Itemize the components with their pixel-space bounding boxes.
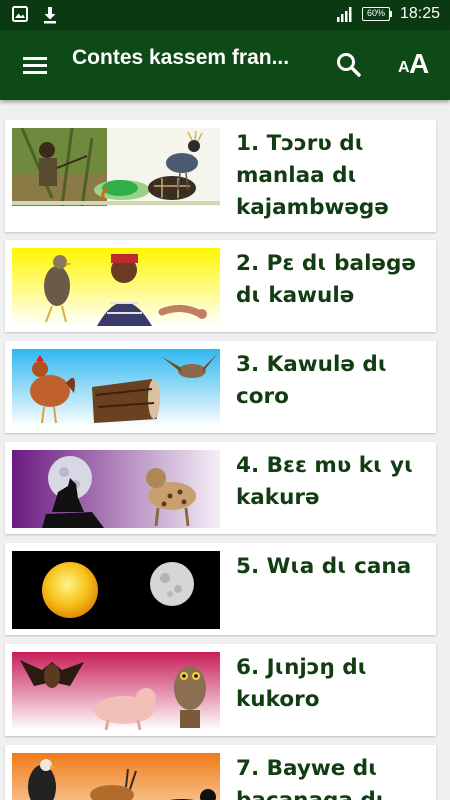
story-thumbnail-7 [12, 753, 220, 800]
hamburger-menu-icon[interactable] [20, 51, 50, 79]
download-icon [42, 6, 58, 24]
font-size-small-glyph: A [398, 59, 410, 76]
app-bar: Contes kassem fran... A A [0, 30, 450, 100]
story-title-3: 3. Kawulə dɩ coro [236, 352, 388, 409]
story-title-5: 5. Wɩa dɩ cana [236, 554, 412, 579]
story-thumbnail-4 [12, 450, 220, 528]
signal-icon [336, 6, 354, 22]
story-item-1[interactable]: 1. Tɔɔrʋ dɩ manlaa dɩ kajambwəgə [5, 120, 436, 232]
story-item-5[interactable]: 5. Wɩa dɩ cana [5, 543, 436, 635]
story-item-4[interactable]: 4. Bɛɛ mʋ kɩ yɩ kakurə [5, 442, 436, 534]
story-title-2: 2. Pɛ dɩ baləgə dɩ kawulə [236, 251, 416, 308]
battery-icon: 60% [361, 7, 392, 21]
story-thumbnail-5 [12, 551, 220, 629]
story-title-7: 7. Baywe dɩ bacanaga dɩ [236, 756, 385, 800]
clock: 18:25 [399, 5, 440, 22]
search-icon[interactable] [334, 50, 364, 80]
story-item-3[interactable]: 3. Kawulə dɩ coro [5, 341, 436, 433]
story-title-4: 4. Bɛɛ mʋ kɩ yɩ kakurə [236, 453, 414, 510]
story-title-6: 6. Jɩnjɔŋ dɩ kukoro [236, 655, 368, 712]
font-size-big-glyph: A [409, 48, 430, 79]
image-icon [12, 6, 28, 24]
story-item-7[interactable]: 7. Baywe dɩ bacanaga dɩ [5, 745, 436, 800]
battery-level: 60% [361, 7, 390, 21]
font-size-icon[interactable]: A A [398, 48, 434, 82]
story-item-6[interactable]: 6. Jɩnjɔŋ dɩ kukoro [5, 644, 436, 736]
story-thumbnail-6 [12, 652, 220, 730]
story-thumbnail-1 [12, 128, 220, 206]
page-title: Contes kassem fran... [72, 46, 290, 69]
story-thumbnail-3 [12, 349, 220, 427]
story-title-1: 1. Tɔɔrʋ dɩ manlaa dɩ kajambwəgə [236, 131, 389, 220]
status-bar: 60% 18:25 [0, 0, 450, 30]
story-item-2[interactable]: 2. Pɛ dɩ baləgə dɩ kawulə [5, 240, 436, 332]
story-thumbnail-2 [12, 248, 220, 326]
